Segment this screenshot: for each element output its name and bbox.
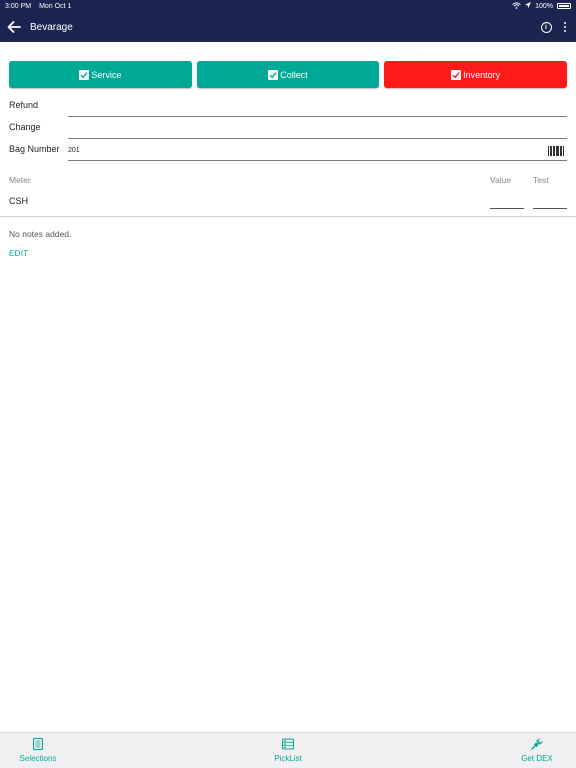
tab-service[interactable]: Service <box>9 61 192 88</box>
nav-picklist-label: PickList <box>274 754 302 763</box>
plug-icon <box>531 738 543 750</box>
list-icon <box>33 738 43 750</box>
refund-label: Refund <box>9 100 39 110</box>
battery-percent: 100% <box>535 2 553 10</box>
status-date: Mon Oct 1 <box>39 2 72 10</box>
tab-collect[interactable]: Collect <box>196 61 380 88</box>
bag-number-underline <box>68 160 567 161</box>
barcode-icon[interactable] <box>548 146 564 156</box>
checkbox-checked-icon <box>268 69 279 80</box>
bag-number-field[interactable]: Bag Number 201 <box>9 141 567 161</box>
meter-test-input[interactable] <box>533 208 567 209</box>
checkbox-checked-icon <box>451 69 462 80</box>
change-underline <box>68 138 567 139</box>
tab-service-label: Service <box>91 69 122 80</box>
nav-selections[interactable]: Selections <box>14 738 62 766</box>
bag-number-input[interactable]: 201 <box>68 147 80 154</box>
tab-collect-label: Collect <box>280 69 308 80</box>
picklist-icon <box>282 738 294 750</box>
nav-picklist[interactable]: PickList <box>264 738 312 766</box>
location-icon <box>525 2 532 10</box>
notes-text: No notes added. <box>9 229 72 239</box>
battery-icon <box>557 3 571 9</box>
table-row: CSH <box>9 196 567 209</box>
nav-get-dex[interactable]: Get DEX <box>514 738 560 766</box>
section-divider <box>0 216 576 217</box>
bottom-nav: Selections PickList Get DEX <box>0 732 576 768</box>
nav-selections-label: Selections <box>19 754 57 763</box>
back-button[interactable] <box>0 12 28 42</box>
page-title: Bevarage <box>30 21 73 33</box>
mode-tabs: Service Collect Inventory <box>9 61 568 88</box>
wifi-icon <box>512 1 521 11</box>
bag-number-label: Bag Number <box>9 144 60 154</box>
change-field[interactable]: Change <box>9 119 567 139</box>
more-menu-icon[interactable] <box>562 21 569 33</box>
refund-field[interactable]: Refund <box>9 97 567 117</box>
value-column-header: Value <box>490 175 512 185</box>
tab-inventory-label: Inventory <box>463 69 501 80</box>
status-bar: 3:00 PM Mon Oct 1 100% <box>0 0 576 12</box>
refund-underline <box>68 116 567 117</box>
info-icon[interactable]: i <box>540 21 552 33</box>
meter-value-input[interactable] <box>490 208 524 209</box>
checkbox-checked-icon <box>79 69 90 80</box>
status-time: 3:00 PM <box>5 2 32 10</box>
tab-inventory[interactable]: Inventory <box>384 61 568 88</box>
change-label: Change <box>9 122 41 132</box>
arrow-left-icon <box>7 21 21 33</box>
edit-notes-link[interactable]: EDIT <box>9 249 28 258</box>
nav-get-dex-label: Get DEX <box>521 754 553 763</box>
meter-name: CSH <box>9 196 29 206</box>
meter-column-header: Meter <box>9 175 31 185</box>
test-column-header: Test <box>533 175 549 185</box>
app-bar: Bevarage i <box>0 12 576 42</box>
